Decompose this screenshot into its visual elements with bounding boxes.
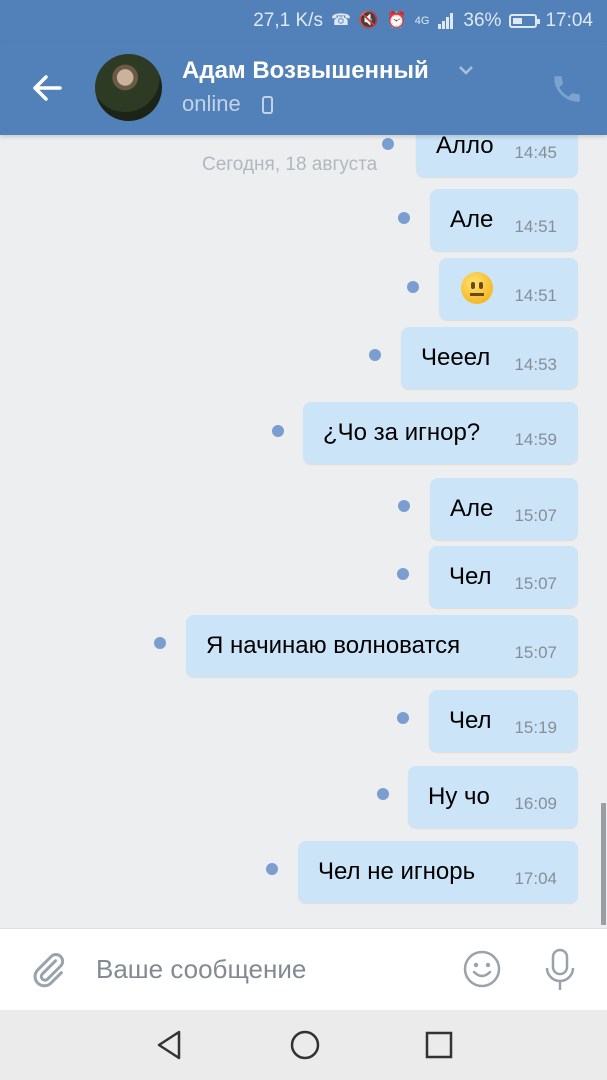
message-time: 14:51 — [514, 286, 557, 305]
message-bubble[interactable]: Чееел 14:53 — [401, 327, 578, 389]
unread-dot — [369, 349, 381, 361]
system-navigation-bar — [0, 1010, 607, 1080]
message-text: Але — [450, 495, 494, 522]
battery-icon — [509, 14, 541, 28]
unread-dot — [398, 212, 410, 224]
contact-name[interactable]: Адам Возвышенный — [182, 57, 429, 85]
unread-dot — [397, 712, 409, 724]
message-bubble[interactable]: Алло 14:45 — [416, 135, 578, 177]
message-time: 14:45 — [514, 143, 557, 162]
nav-home-icon[interactable] — [288, 1028, 322, 1062]
message-text: Я начинаю волноватся — [206, 632, 461, 659]
nav-recents-icon[interactable] — [424, 1030, 454, 1060]
status-bar: 27,1 K/s ☎ 🔇 ⏰ 4G 36% 17:04 — [0, 0, 607, 42]
message-input[interactable] — [96, 947, 436, 991]
attach-button[interactable] — [28, 949, 68, 991]
smiley-icon — [463, 950, 501, 988]
message-bubble[interactable]: Чел не игнорь 17:04 — [298, 841, 578, 903]
message-bubble[interactable]: Я начинаю волноватся 15:07 — [186, 615, 578, 677]
paperclip-icon — [33, 953, 65, 988]
message-bubble[interactable]: 14:51 — [439, 258, 578, 320]
chevron-down-icon[interactable] — [458, 64, 474, 76]
call-button[interactable] — [550, 72, 584, 106]
message-time: 15:07 — [514, 574, 557, 593]
unread-dot — [397, 568, 409, 580]
neutral-face-icon — [461, 272, 493, 304]
message-time: 15:07 — [514, 506, 557, 525]
message-bubble[interactable]: Але 15:07 — [430, 478, 578, 540]
unread-dot — [398, 500, 410, 512]
network-speed: 27,1 K/s — [253, 10, 323, 31]
unread-dot — [272, 425, 284, 437]
signal-icon — [438, 13, 454, 29]
unread-dot — [154, 637, 166, 649]
message-bubble[interactable]: ¿Чо за игнор? 14:59 — [303, 402, 578, 464]
message-text: Чел — [449, 707, 492, 734]
presence-status: online — [182, 91, 241, 116]
arrow-left-icon — [33, 75, 62, 101]
phone-icon — [554, 76, 580, 102]
network-type: 4G — [414, 15, 430, 27]
message-time: 14:59 — [514, 430, 557, 449]
message-text: Чел — [449, 563, 492, 590]
mobile-icon — [262, 96, 273, 114]
message-text: ¿Чо за игнор? — [323, 419, 481, 446]
unread-dot — [266, 863, 278, 875]
message-time: 17:04 — [514, 869, 557, 888]
message-bubble[interactable]: Чел 15:07 — [429, 546, 578, 608]
message-bubble[interactable]: Чел 15:19 — [429, 690, 578, 752]
nav-back-icon[interactable] — [154, 1028, 186, 1062]
message-text: Ну чо — [428, 783, 490, 810]
chat-header: Адам Возвышенный online — [0, 42, 607, 135]
message-text: Чел не игнорь — [318, 858, 476, 885]
message-bubble[interactable]: Але 14:51 — [430, 189, 578, 251]
scrollbar[interactable] — [601, 803, 606, 925]
date-separator: Сегодня, 18 августа — [202, 154, 378, 175]
emoji-button[interactable] — [462, 949, 502, 989]
unread-dot — [407, 281, 419, 293]
message-composer — [0, 928, 607, 1010]
mute-icon: 🔇 — [358, 12, 379, 29]
unread-dot — [377, 788, 389, 800]
message-time: 14:51 — [514, 217, 557, 236]
volte-icon: ☎ — [330, 12, 351, 29]
voice-message-button[interactable] — [541, 947, 579, 993]
microphone-icon — [545, 948, 575, 990]
message-text: Але — [450, 206, 494, 233]
message-bubble[interactable]: Ну чо 16:09 — [408, 766, 578, 828]
battery-percent: 36% — [463, 10, 502, 31]
message-time: 16:09 — [514, 794, 557, 813]
message-time: 15:07 — [514, 643, 557, 662]
message-time: 15:19 — [514, 718, 557, 737]
avatar[interactable] — [95, 54, 162, 121]
unread-dot — [382, 138, 394, 150]
clock: 17:04 — [545, 10, 593, 31]
message-text: Чееел — [421, 344, 491, 371]
alarm-icon: ⏰ — [386, 12, 407, 29]
back-button[interactable] — [26, 66, 70, 110]
message-text: Алло — [436, 135, 494, 159]
message-time: 14:53 — [514, 355, 557, 374]
message-list[interactable]: Сегодня, 18 августа Алло 14:45 Але 14:51… — [0, 135, 607, 928]
